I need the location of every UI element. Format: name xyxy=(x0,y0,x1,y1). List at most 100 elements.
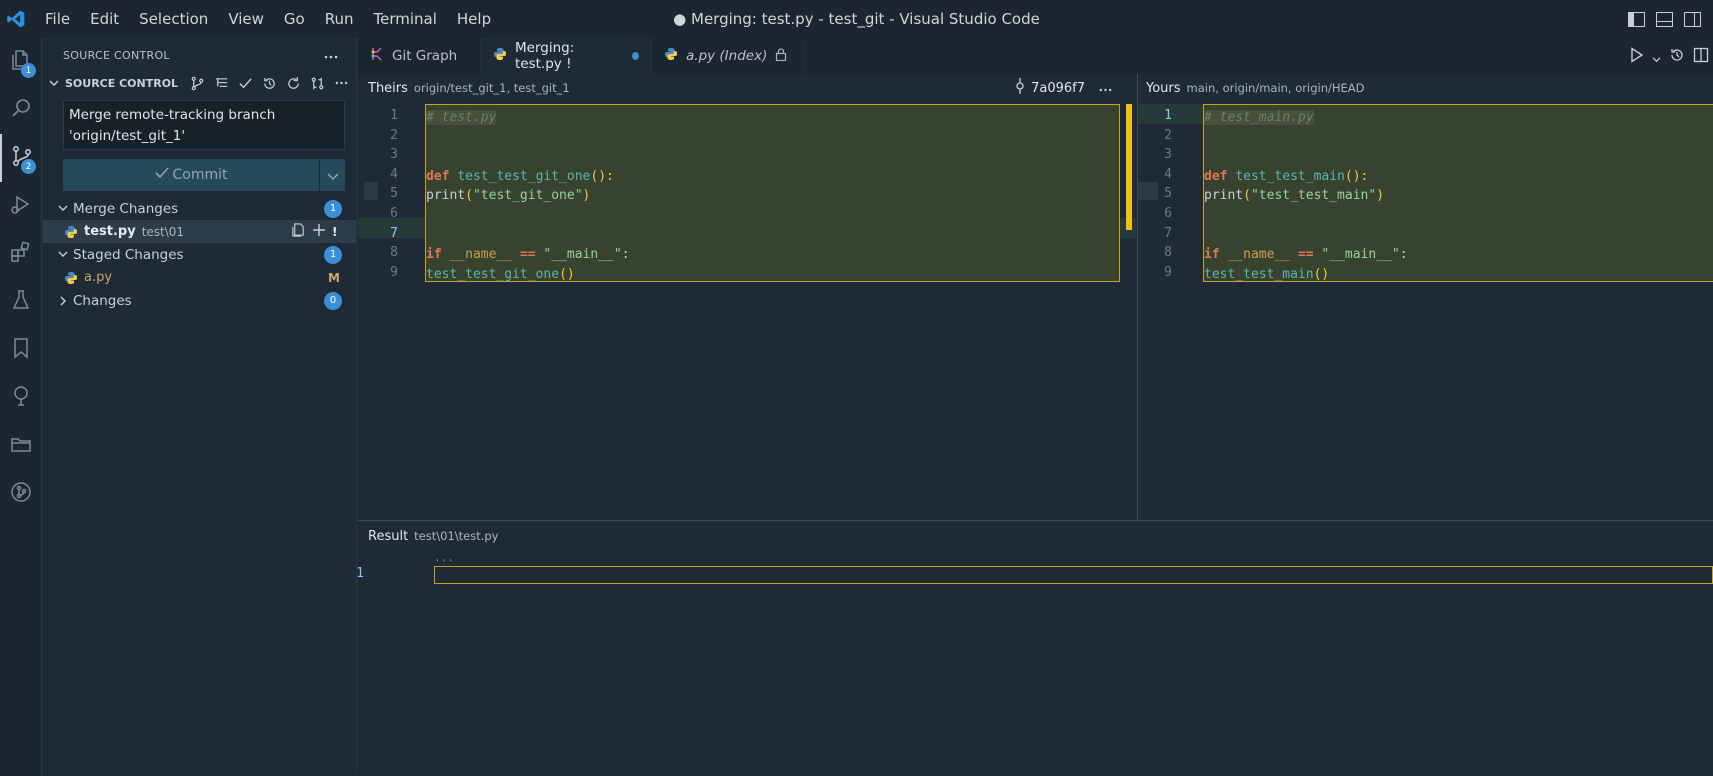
tab-a-py-index[interactable]: a.py (Index) xyxy=(652,38,805,74)
staged-changes-group[interactable]: Staged Changes 1 xyxy=(43,243,356,266)
commit-button[interactable]: Commit xyxy=(63,159,319,191)
layout-controls xyxy=(1625,9,1703,29)
extensions-icon xyxy=(9,240,33,268)
line-number: 6 xyxy=(1164,206,1172,221)
sidebar-title: SOURCE CONTROL xyxy=(63,48,170,62)
more-actions-icon[interactable] xyxy=(1099,81,1112,96)
yours-label: Yours xyxy=(1146,80,1181,96)
folder-icon xyxy=(9,432,33,460)
line-number: 1 xyxy=(356,566,364,581)
line-number: 2 xyxy=(1164,127,1172,143)
commit-button-group: Commit xyxy=(63,159,345,191)
scm-section-header[interactable]: SOURCE CONTROL xyxy=(43,72,356,94)
yours-code-editor[interactable]: 1 2 3 4 5 6 7 8 9 # test_main.py def tes… xyxy=(1138,102,1713,520)
editor-actions xyxy=(1630,47,1709,67)
changes-group[interactable]: Changes 0 xyxy=(43,289,356,312)
tab-git-graph[interactable]: Git Graph xyxy=(358,38,481,74)
history-icon[interactable] xyxy=(261,75,278,92)
stage-plus-icon[interactable] xyxy=(312,223,326,241)
search-activity[interactable] xyxy=(0,86,42,134)
explorer-activity[interactable]: 1 xyxy=(0,38,42,86)
line-number: 3 xyxy=(390,147,398,163)
line-number: 7 xyxy=(1164,225,1172,241)
theirs-code-editor[interactable]: 1 2 3 4 5 6 7 8 9 # test.py def test_tes… xyxy=(358,102,1136,520)
toggle-panel-icon[interactable] xyxy=(1653,9,1675,29)
bookmarks-activity[interactable] xyxy=(0,326,42,374)
toggle-secondary-sidebar-icon[interactable] xyxy=(1681,9,1703,29)
run-debug-activity[interactable] xyxy=(0,182,42,230)
history-icon[interactable] xyxy=(1669,47,1685,67)
vscode-logo-icon xyxy=(1,0,31,38)
source-control-activity[interactable]: 2 xyxy=(0,134,42,182)
commit-button-label: Commit xyxy=(172,167,228,183)
more-actions-icon[interactable] xyxy=(324,49,338,62)
line-number: 1 xyxy=(390,108,398,123)
yours-header: Yours main, origin/main, origin/HEAD xyxy=(1138,74,1713,102)
more-actions-icon[interactable] xyxy=(333,75,350,92)
line-number: 3 xyxy=(1164,147,1172,163)
menu-run[interactable]: Run xyxy=(315,0,364,38)
theirs-code: # test.py def test_test_git_one(): print… xyxy=(426,110,630,282)
commit-dropdown-button[interactable] xyxy=(319,159,345,191)
menu-terminal[interactable]: Terminal xyxy=(364,0,447,38)
menu-edit[interactable]: Edit xyxy=(80,0,129,38)
line-number: 9 xyxy=(390,264,398,280)
list-tree-icon[interactable] xyxy=(213,75,230,92)
result-code-editor[interactable]: ... 1 xyxy=(356,551,1713,776)
tree-icon xyxy=(9,384,33,412)
changes-label: Changes xyxy=(73,292,132,309)
line-number: 9 xyxy=(1164,264,1172,280)
branch-icon[interactable] xyxy=(189,75,206,92)
scm-section-title: SOURCE CONTROL xyxy=(65,76,179,90)
staged-changes-label: Staged Changes xyxy=(73,246,184,263)
staged-file-row[interactable]: a.py M xyxy=(43,266,356,289)
tab-label: Merging: test.py ! xyxy=(515,40,618,72)
git-graph-activity[interactable] xyxy=(0,470,42,518)
collapsed-lines-ellipsis[interactable]: ... xyxy=(434,551,454,564)
merge-file-path: test\01 xyxy=(141,224,185,239)
merge-changes-label: Merge Changes xyxy=(73,200,179,217)
yours-refs: main, origin/main, origin/HEAD xyxy=(1186,81,1365,95)
menu-view[interactable]: View xyxy=(218,0,274,38)
chevron-down-icon xyxy=(55,251,71,258)
split-editor-icon[interactable] xyxy=(1693,47,1709,67)
python-file-icon xyxy=(664,47,678,65)
open-file-icon[interactable] xyxy=(291,222,306,241)
unsaved-dot[interactable] xyxy=(632,52,639,60)
menu-file[interactable]: File xyxy=(35,0,80,38)
line-number: 8 xyxy=(390,245,398,261)
chevron-down-icon xyxy=(55,205,71,212)
tab-label: Git Graph xyxy=(392,48,458,64)
menu-selection[interactable]: Selection xyxy=(129,0,218,38)
commit-message-input[interactable]: Merge remote-tracking branch 'origin/tes… xyxy=(63,100,345,150)
git-compare-icon[interactable] xyxy=(309,75,326,92)
commit-message-line: 'origin/test_git_1' xyxy=(69,128,186,144)
remote-activity[interactable] xyxy=(0,374,42,422)
testing-activity[interactable] xyxy=(0,278,42,326)
menu-help[interactable]: Help xyxy=(447,0,501,38)
folders-activity[interactable] xyxy=(0,422,42,470)
merge-file-name: test.py xyxy=(84,224,136,239)
check-icon[interactable] xyxy=(237,75,254,92)
line-number: 1 xyxy=(1164,108,1172,123)
line-number: 7 xyxy=(390,225,398,241)
merge-file-row[interactable]: test.py test\01 ! xyxy=(43,220,356,243)
chevron-right-icon xyxy=(55,296,71,306)
chevron-down-icon xyxy=(327,166,339,185)
chevron-down-icon[interactable] xyxy=(1652,48,1661,67)
commit-hash[interactable]: 7a096f7 xyxy=(1031,81,1085,96)
bookmark-icon xyxy=(9,336,33,364)
flask-icon xyxy=(9,288,33,316)
menu-go[interactable]: Go xyxy=(274,0,315,38)
git-commit-icon[interactable] xyxy=(1015,78,1025,98)
extensions-activity[interactable] xyxy=(0,230,42,278)
merge-changes-group[interactable]: Merge Changes 1 xyxy=(43,197,356,220)
commit-hash-group: 7a096f7 xyxy=(1015,78,1136,98)
toggle-primary-sidebar-icon[interactable] xyxy=(1625,9,1647,29)
theirs-header: Theirs origin/test_git_1, test_git_1 7a0… xyxy=(358,74,1136,102)
tab-merging-test-py[interactable]: Merging: test.py ! xyxy=(481,38,652,74)
theirs-label: Theirs xyxy=(368,80,408,96)
conflict-region[interactable] xyxy=(434,566,1713,584)
refresh-icon[interactable] xyxy=(285,75,302,92)
run-play-icon[interactable] xyxy=(1630,47,1644,67)
